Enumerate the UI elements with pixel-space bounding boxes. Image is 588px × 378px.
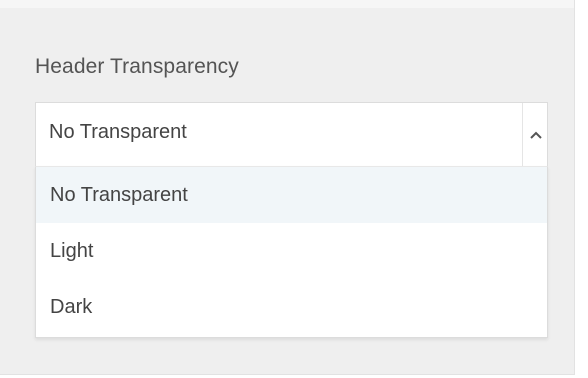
header-transparency-label: Header Transparency xyxy=(35,55,239,78)
panel-top-strip xyxy=(0,0,574,8)
header-transparency-options: No Transparent Light Dark xyxy=(35,166,548,338)
option-label: Dark xyxy=(50,295,93,318)
option-dark[interactable]: Dark xyxy=(36,279,547,335)
option-no-transparent[interactable]: No Transparent xyxy=(36,167,547,223)
option-label: Light xyxy=(50,239,94,262)
customizer-panel: Header Transparency No Transparent No Tr… xyxy=(0,0,575,375)
selected-value: No Transparent xyxy=(49,121,187,143)
header-transparency-select[interactable]: No Transparent xyxy=(35,102,549,167)
option-light[interactable]: Light xyxy=(36,223,547,279)
option-label: No Transparent xyxy=(50,183,188,206)
chevron-up-icon[interactable] xyxy=(522,103,549,167)
